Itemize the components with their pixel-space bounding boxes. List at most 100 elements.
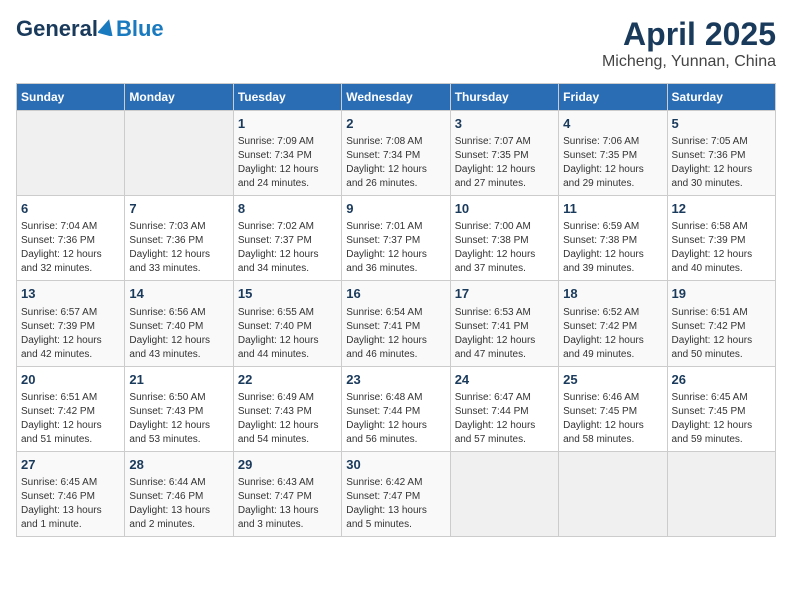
calendar-week-row: 6 Sunrise: 7:04 AM Sunset: 7:36 PM Daylig… [17, 196, 776, 281]
calendar-week-row: 20 Sunrise: 6:51 AM Sunset: 7:42 PM Dayli… [17, 366, 776, 451]
day-number: 21 [129, 371, 228, 389]
day-info: Sunrise: 6:51 AM Sunset: 7:42 PM Dayligh… [21, 391, 120, 447]
calendar-day-cell: 6 Sunrise: 7:04 AM Sunset: 7:36 PM Daylig… [17, 196, 125, 281]
day-number: 18 [563, 285, 662, 303]
day-number: 8 [238, 200, 337, 218]
day-number: 3 [455, 115, 554, 133]
day-info: Sunrise: 7:01 AM Sunset: 7:37 PM Dayligh… [346, 220, 445, 276]
day-number: 15 [238, 285, 337, 303]
calendar-day-cell: 29 Sunrise: 6:43 AM Sunset: 7:47 PM Dayli… [233, 451, 341, 536]
calendar-day-cell: 21Sunrise: 6:50 AM Sunset: 7:43 PM Dayli… [125, 366, 233, 451]
day-number: 10 [455, 200, 554, 218]
day-info: Sunrise: 6:43 AM Sunset: 7:47 PM Dayligh… [238, 476, 337, 532]
day-info: Sunrise: 7:03 AM Sunset: 7:36 PM Dayligh… [129, 220, 228, 276]
day-info: Sunrise: 6:57 AM Sunset: 7:39 PM Dayligh… [21, 306, 120, 362]
day-number: 27 [21, 456, 120, 474]
calendar-day-cell: 19 Sunrise: 6:51 AM Sunset: 7:42 PM Dayli… [667, 281, 775, 366]
calendar-day-cell: 16 Sunrise: 6:54 AM Sunset: 7:41 PM Dayli… [342, 281, 450, 366]
day-info: Sunrise: 6:46 AM Sunset: 7:45 PM Dayligh… [563, 391, 662, 447]
day-info: Sunrise: 7:06 AM Sunset: 7:35 PM Dayligh… [563, 135, 662, 191]
day-info: Sunrise: 6:44 AM Sunset: 7:46 PM Dayligh… [129, 476, 228, 532]
day-of-week-header: Monday [125, 84, 233, 111]
calendar-day-cell: 17 Sunrise: 6:53 AM Sunset: 7:41 PM Dayli… [450, 281, 558, 366]
calendar-day-cell [17, 111, 125, 196]
calendar-day-cell [125, 111, 233, 196]
day-number: 29 [238, 456, 337, 474]
day-number: 14 [129, 285, 228, 303]
day-number: 23 [346, 371, 445, 389]
calendar-table: SundayMondayTuesdayWednesdayThursdayFrid… [16, 83, 776, 537]
calendar-day-cell: 3 Sunrise: 7:07 AM Sunset: 7:35 PM Daylig… [450, 111, 558, 196]
calendar-subtitle: Micheng, Yunnan, China [602, 53, 776, 71]
day-info: Sunrise: 7:02 AM Sunset: 7:37 PM Dayligh… [238, 220, 337, 276]
day-number: 5 [672, 115, 771, 133]
day-info: Sunrise: 6:54 AM Sunset: 7:41 PM Dayligh… [346, 306, 445, 362]
day-number: 20 [21, 371, 120, 389]
day-info: Sunrise: 6:55 AM Sunset: 7:40 PM Dayligh… [238, 306, 337, 362]
calendar-day-cell: 4Sunrise: 7:06 AM Sunset: 7:35 PM Daylig… [559, 111, 667, 196]
day-of-week-header: Sunday [17, 84, 125, 111]
day-info: Sunrise: 6:42 AM Sunset: 7:47 PM Dayligh… [346, 476, 445, 532]
calendar-day-cell: 27 Sunrise: 6:45 AM Sunset: 7:46 PM Dayli… [17, 451, 125, 536]
day-info: Sunrise: 6:45 AM Sunset: 7:46 PM Dayligh… [21, 476, 120, 532]
day-info: Sunrise: 7:08 AM Sunset: 7:34 PM Dayligh… [346, 135, 445, 191]
day-number: 22 [238, 371, 337, 389]
calendar-day-cell: 25 Sunrise: 6:46 AM Sunset: 7:45 PM Dayli… [559, 366, 667, 451]
day-number: 12 [672, 200, 771, 218]
calendar-header-row: SundayMondayTuesdayWednesdayThursdayFrid… [17, 84, 776, 111]
day-info: Sunrise: 7:04 AM Sunset: 7:36 PM Dayligh… [21, 220, 120, 276]
day-info: Sunrise: 6:59 AM Sunset: 7:38 PM Dayligh… [563, 220, 662, 276]
day-number: 25 [563, 371, 662, 389]
calendar-day-cell: 28Sunrise: 6:44 AM Sunset: 7:46 PM Dayli… [125, 451, 233, 536]
day-info: Sunrise: 6:51 AM Sunset: 7:42 PM Dayligh… [672, 306, 771, 362]
calendar-day-cell: 14 Sunrise: 6:56 AM Sunset: 7:40 PM Dayli… [125, 281, 233, 366]
day-number: 26 [672, 371, 771, 389]
day-number: 13 [21, 285, 120, 303]
day-of-week-header: Wednesday [342, 84, 450, 111]
calendar-day-cell: 12Sunrise: 6:58 AM Sunset: 7:39 PM Dayli… [667, 196, 775, 281]
calendar-day-cell: 10 Sunrise: 7:00 AM Sunset: 7:38 PM Dayli… [450, 196, 558, 281]
calendar-day-cell: 11 Sunrise: 6:59 AM Sunset: 7:38 PM Dayli… [559, 196, 667, 281]
day-number: 6 [21, 200, 120, 218]
calendar-day-cell [450, 451, 558, 536]
calendar-day-cell: 23Sunrise: 6:48 AM Sunset: 7:44 PM Dayli… [342, 366, 450, 451]
calendar-day-cell [667, 451, 775, 536]
calendar-day-cell: 24 Sunrise: 6:47 AM Sunset: 7:44 PM Dayli… [450, 366, 558, 451]
title-block: April 2025 Micheng, Yunnan, China [602, 16, 776, 71]
day-number: 7 [129, 200, 228, 218]
day-info: Sunrise: 7:07 AM Sunset: 7:35 PM Dayligh… [455, 135, 554, 191]
day-number: 16 [346, 285, 445, 303]
day-of-week-header: Saturday [667, 84, 775, 111]
day-info: Sunrise: 6:45 AM Sunset: 7:45 PM Dayligh… [672, 391, 771, 447]
day-info: Sunrise: 7:09 AM Sunset: 7:34 PM Dayligh… [238, 135, 337, 191]
logo-triangle [98, 16, 116, 42]
calendar-day-cell: 20 Sunrise: 6:51 AM Sunset: 7:42 PM Dayli… [17, 366, 125, 451]
day-info: Sunrise: 7:00 AM Sunset: 7:38 PM Dayligh… [455, 220, 554, 276]
day-number: 19 [672, 285, 771, 303]
day-info: Sunrise: 6:49 AM Sunset: 7:43 PM Dayligh… [238, 391, 337, 447]
calendar-week-row: 27 Sunrise: 6:45 AM Sunset: 7:46 PM Dayli… [17, 451, 776, 536]
day-info: Sunrise: 6:47 AM Sunset: 7:44 PM Dayligh… [455, 391, 554, 447]
day-number: 11 [563, 200, 662, 218]
calendar-day-cell: 9 Sunrise: 7:01 AM Sunset: 7:37 PM Daylig… [342, 196, 450, 281]
day-number: 17 [455, 285, 554, 303]
calendar-day-cell: 2 Sunrise: 7:08 AM Sunset: 7:34 PM Daylig… [342, 111, 450, 196]
logo: General Blue [16, 16, 164, 42]
logo-general: General [16, 16, 98, 42]
day-info: Sunrise: 6:56 AM Sunset: 7:40 PM Dayligh… [129, 306, 228, 362]
day-info: Sunrise: 6:52 AM Sunset: 7:42 PM Dayligh… [563, 306, 662, 362]
day-number: 9 [346, 200, 445, 218]
day-number: 2 [346, 115, 445, 133]
day-number: 1 [238, 115, 337, 133]
day-info: Sunrise: 6:53 AM Sunset: 7:41 PM Dayligh… [455, 306, 554, 362]
day-of-week-header: Friday [559, 84, 667, 111]
calendar-day-cell: 13 Sunrise: 6:57 AM Sunset: 7:39 PM Dayli… [17, 281, 125, 366]
page-header: General Blue April 2025 Micheng, Yunnan,… [16, 16, 776, 71]
calendar-week-row: 13 Sunrise: 6:57 AM Sunset: 7:39 PM Dayli… [17, 281, 776, 366]
calendar-day-cell: 30Sunrise: 6:42 AM Sunset: 7:47 PM Dayli… [342, 451, 450, 536]
calendar-day-cell: 26 Sunrise: 6:45 AM Sunset: 7:45 PM Dayli… [667, 366, 775, 451]
day-of-week-header: Tuesday [233, 84, 341, 111]
day-number: 24 [455, 371, 554, 389]
logo-blue: Blue [116, 16, 164, 42]
day-info: Sunrise: 7:05 AM Sunset: 7:36 PM Dayligh… [672, 135, 771, 191]
